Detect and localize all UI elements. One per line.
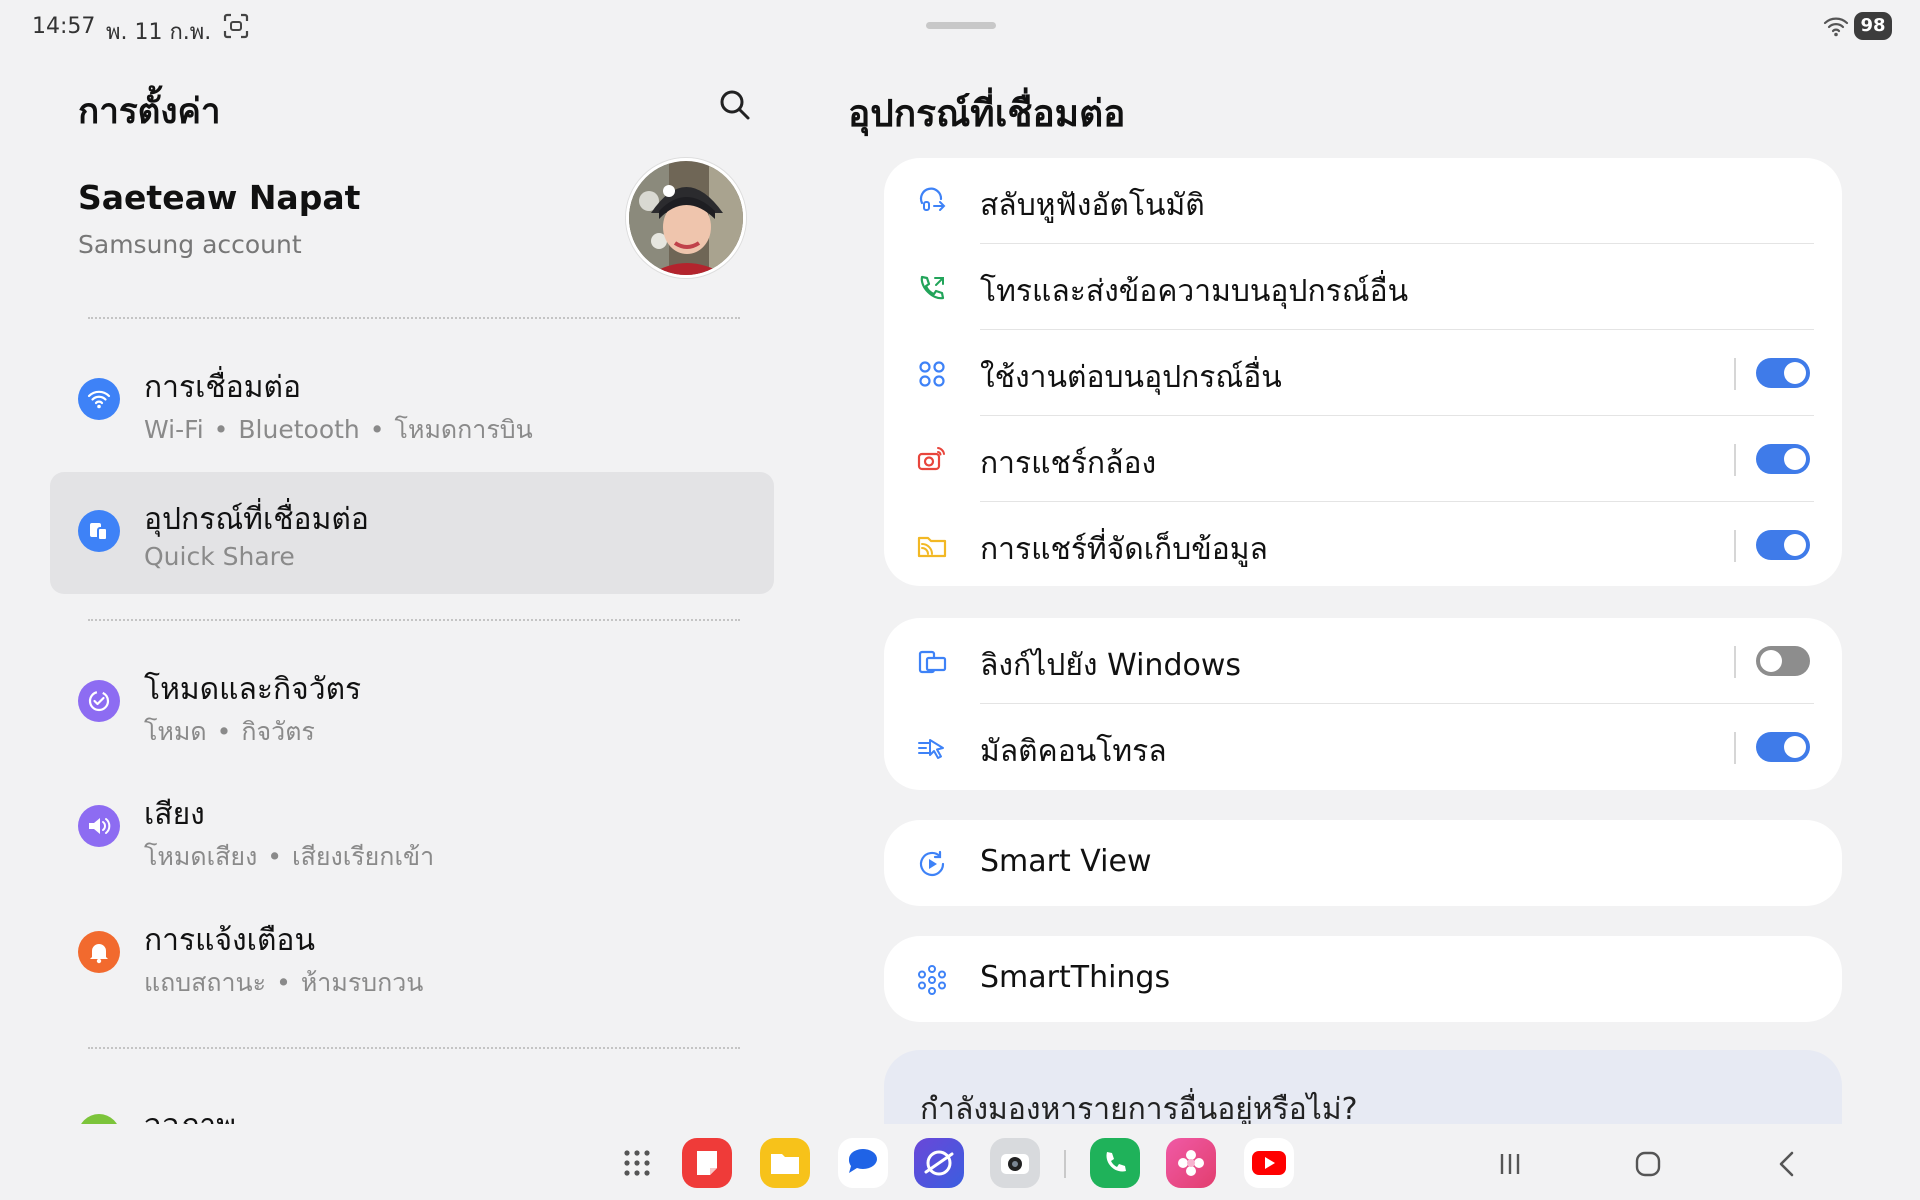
sidebar-item-connected-devices[interactable]: อุปกรณ์ที่เชื่อมต่อ Quick Share xyxy=(50,472,774,594)
battery-indicator: 98 xyxy=(1854,12,1892,40)
continue-apps-toggle[interactable] xyxy=(1756,358,1810,388)
wifi-status-icon xyxy=(1823,17,1849,37)
call-other-device-icon xyxy=(920,275,945,300)
sidebar-item-label: เสียง xyxy=(144,797,205,832)
profile-account-label[interactable]: Samsung account xyxy=(78,230,302,259)
notes-app-icon[interactable] xyxy=(682,1138,732,1188)
multi-control-toggle[interactable] xyxy=(1756,732,1810,762)
row-label: มัลติคอนโทรล xyxy=(980,734,1167,769)
storage-share-toggle[interactable] xyxy=(1756,530,1810,560)
row-label: โทรและส่งข้อความบนอุปกรณ์อื่น xyxy=(980,274,1409,309)
taskbar xyxy=(0,1124,1920,1200)
my-files-app-icon[interactable] xyxy=(760,1138,810,1188)
smartthings-icon xyxy=(918,965,946,995)
bell-icon xyxy=(78,931,120,973)
camera-share-toggle[interactable] xyxy=(1756,444,1810,474)
sidebar-item-label: อุปกรณ์ที่เชื่อมต่อ xyxy=(144,502,369,537)
profile-name[interactable]: Saeteaw Napat xyxy=(78,178,360,217)
section-divider xyxy=(88,317,740,319)
screenshot-icon xyxy=(223,13,249,39)
volume-icon xyxy=(78,805,120,847)
settings-card-group-1: สลับหูฟังอัตโนมัติ โทรและส่งข้อความบนอุป… xyxy=(884,158,1842,586)
link-to-windows-row[interactable]: ลิงก์ไปยัง Windows xyxy=(884,618,1842,704)
dock-separator xyxy=(1064,1150,1066,1178)
recent-apps-icon[interactable] xyxy=(1490,1146,1530,1182)
link-to-windows-toggle[interactable] xyxy=(1756,646,1810,676)
camera-app-icon[interactable] xyxy=(990,1138,1040,1188)
continue-apps-icon xyxy=(919,361,945,387)
sidebar-item-subtitle: Quick Share xyxy=(144,542,295,571)
smartthings-card[interactable]: SmartThings xyxy=(884,936,1842,1022)
phone-app-icon[interactable] xyxy=(1090,1138,1140,1188)
modes-icon xyxy=(78,680,120,722)
status-bar: 14:57 พ. 11 ก.พ. 98 xyxy=(0,0,1920,54)
window-handle[interactable] xyxy=(926,22,996,29)
toggle-separator xyxy=(1734,732,1736,764)
connected-devices-icon xyxy=(78,510,120,552)
search-icon[interactable] xyxy=(716,86,754,124)
continue-apps-row[interactable]: ใช้งานต่อบนอุปกรณ์อื่น xyxy=(884,330,1842,416)
multi-control-row[interactable]: มัลติคอนโทรล xyxy=(884,704,1842,790)
sidebar-item-connections[interactable]: การเชื่อมต่อ Wi-Fi • Bluetooth • โหมดการบิน xyxy=(50,340,774,462)
sidebar-item-subtitle: แถบสถานะ • ห้ามรบกวน xyxy=(144,968,424,997)
smart-view-label: Smart View xyxy=(980,844,1152,879)
status-time: 14:57 xyxy=(32,14,96,39)
app-drawer-icon[interactable] xyxy=(612,1138,662,1188)
sidebar-item-notifications[interactable]: การแจ้งเตือน แถบสถานะ • ห้ามรบกวน xyxy=(50,893,774,1015)
youtube-app-icon[interactable] xyxy=(1244,1138,1294,1188)
sidebar-item-sounds[interactable]: เสียง โหมดเสียง • เสียงเรียกเข้า xyxy=(50,767,774,889)
smartthings-label: SmartThings xyxy=(980,960,1171,995)
section-divider xyxy=(88,1047,740,1049)
messages-app-icon[interactable] xyxy=(838,1138,888,1188)
storage-share-row[interactable]: การแชร์ที่จัดเก็บข้อมูล xyxy=(884,502,1842,588)
camera-share-icon xyxy=(917,447,945,471)
smart-view-card[interactable]: Smart View xyxy=(884,820,1842,906)
link-windows-icon xyxy=(918,650,947,674)
camera-share-row[interactable]: การแชร์กล้อง xyxy=(884,416,1842,502)
smart-view-icon xyxy=(919,850,945,877)
back-icon[interactable] xyxy=(1768,1146,1808,1182)
sidebar-item-label: จอภาพ xyxy=(144,1108,236,1126)
row-label: การแชร์กล้อง xyxy=(980,446,1157,481)
sidebar-item-subtitle: โหมด • กิจวัตร xyxy=(144,717,315,746)
settings-card-group-2: ลิงก์ไปยัง Windows มัลติคอนโทรล xyxy=(884,618,1842,790)
row-label: สลับหูฟังอัตโนมัติ xyxy=(980,188,1205,223)
gallery-app-icon[interactable] xyxy=(1166,1138,1216,1188)
toggle-separator xyxy=(1734,646,1736,678)
sidebar-item-modes-routines[interactable]: โหมดและกิจวัตร โหมด • กิจวัตร xyxy=(50,642,774,764)
auto-switch-earbuds-row[interactable]: สลับหูฟังอัตโนมัติ xyxy=(884,158,1842,244)
row-label: ใช้งานต่อบนอุปกรณ์อื่น xyxy=(980,360,1282,395)
toggle-separator xyxy=(1734,530,1736,562)
sidebar-item-display[interactable]: จอภาพ xyxy=(50,1070,774,1126)
page-title: อุปกรณ์ที่เชื่อมต่อ xyxy=(848,92,1126,135)
sidebar-item-label: การแจ้งเตือน xyxy=(144,923,315,958)
avatar[interactable] xyxy=(626,158,746,278)
sidebar-item-subtitle: Wi-Fi • Bluetooth • โหมดการบิน xyxy=(144,415,533,444)
call-text-other-devices-row[interactable]: โทรและส่งข้อความบนอุปกรณ์อื่น xyxy=(884,244,1842,330)
storage-share-icon xyxy=(917,536,947,558)
multi-control-icon xyxy=(918,739,944,759)
sidebar-item-subtitle: โหมดเสียง • เสียงเรียกเข้า xyxy=(144,842,435,871)
section-divider xyxy=(88,619,740,621)
sidebar-item-label: โหมดและกิจวัตร xyxy=(144,672,362,707)
internet-app-icon[interactable] xyxy=(914,1138,964,1188)
row-label: การแชร์ที่จัดเก็บข้อมูล xyxy=(980,532,1268,567)
status-date: พ. 11 ก.พ. xyxy=(106,20,212,45)
earbuds-switch-icon xyxy=(919,187,946,211)
wifi-icon xyxy=(78,378,120,420)
sidebar-item-label: การเชื่อมต่อ xyxy=(144,370,302,405)
toggle-separator xyxy=(1734,358,1736,390)
toggle-separator xyxy=(1734,444,1736,476)
settings-title: การตั้งค่า xyxy=(78,92,221,132)
home-icon[interactable] xyxy=(1628,1146,1668,1182)
row-label: ลิงก์ไปยัง Windows xyxy=(980,648,1242,683)
